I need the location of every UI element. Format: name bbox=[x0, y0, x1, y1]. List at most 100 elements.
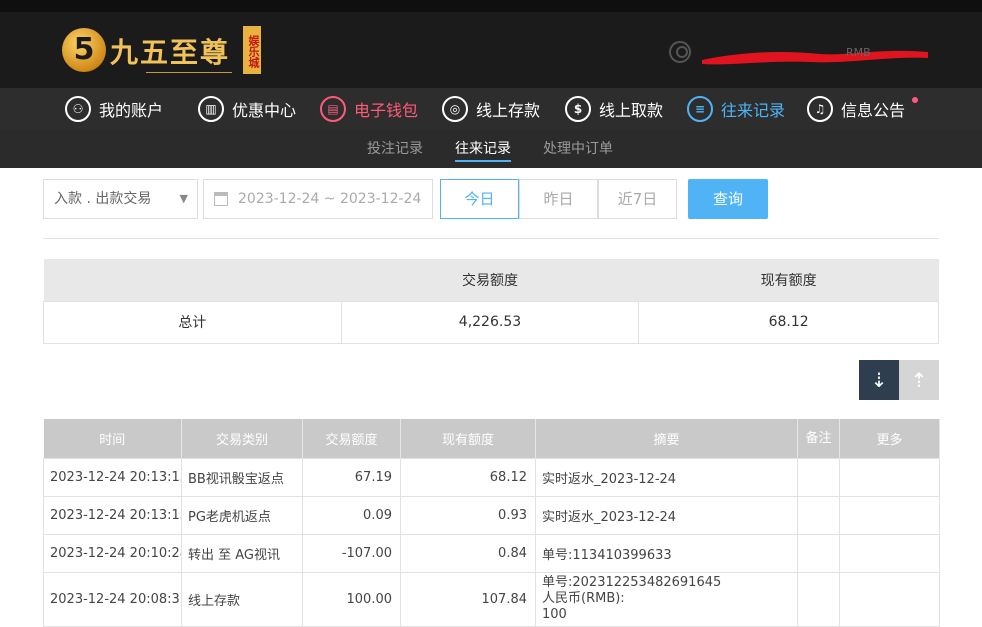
tab-transaction-records[interactable]: 往来记录 bbox=[455, 130, 511, 168]
cell-type: 转出 至 AG视讯 bbox=[181, 533, 303, 573]
nav-label: 往来记录 bbox=[721, 101, 786, 120]
logo-badge: 5 bbox=[62, 28, 106, 72]
last-7-days-button[interactable]: 近7日 bbox=[598, 179, 677, 219]
tab-pending-orders[interactable]: 处理中订单 bbox=[543, 130, 613, 168]
cell-balance: 107.84 bbox=[400, 571, 536, 627]
cell-remark bbox=[797, 571, 840, 627]
site-header: 5 九五至尊 娱乐城 RMB bbox=[0, 12, 982, 88]
table-row[interactable]: 2023-12-24 20:13:13 PG老虎机返点 0.09 0.93 实时… bbox=[43, 495, 940, 535]
divider bbox=[43, 238, 939, 239]
top-strip bbox=[0, 0, 982, 12]
gift-icon: ▥ bbox=[198, 96, 224, 122]
cell-type: PG老虎机返点 bbox=[181, 495, 303, 535]
calendar-icon bbox=[214, 192, 228, 206]
yesterday-button[interactable]: 昨日 bbox=[519, 179, 598, 219]
sort-descending-icon[interactable]: ⇣ bbox=[859, 360, 899, 400]
redacted-username bbox=[702, 50, 928, 65]
cell-more[interactable] bbox=[839, 495, 940, 535]
summary-line: 人民币(RMB): bbox=[542, 591, 625, 606]
notification-dot bbox=[912, 97, 918, 103]
deposit-icon: ◎ bbox=[442, 96, 468, 122]
logo-flourish bbox=[146, 72, 232, 78]
cell-summary: 实时返水_2023-12-24 bbox=[535, 457, 798, 497]
col-remark: 备注 bbox=[797, 419, 840, 458]
cell-amount: 0.09 bbox=[302, 495, 401, 535]
nav-records[interactable]: ≡ 往来记录 bbox=[687, 94, 785, 124]
site-logo[interactable]: 5 九五至尊 娱乐城 bbox=[62, 24, 272, 80]
cell-amount: 100.00 bbox=[302, 571, 401, 627]
cell-amount: -107.00 bbox=[302, 533, 401, 573]
cell-summary: 实时返水_2023-12-24 bbox=[535, 495, 798, 535]
cell-time: 2023-12-24 20:13:13 bbox=[43, 457, 182, 497]
col-type: 交易类别 bbox=[181, 419, 303, 458]
main-nav: ⚇ 我的账户 ▥ 优惠中心 ▤ 电子钱包 ◎ 线上存款 $ 线上取款 ≡ 往来记… bbox=[0, 88, 982, 130]
cell-type: 线上存款 bbox=[181, 571, 303, 627]
wallet-icon: ▤ bbox=[320, 96, 346, 122]
table-row[interactable]: 2023-12-24 20:08:37 线上存款 100.00 107.84 单… bbox=[43, 571, 940, 627]
summary-header-amount: 交易额度 bbox=[341, 259, 639, 301]
sort-ascending-icon[interactable]: ⇡ bbox=[899, 360, 939, 400]
nav-label: 线上存款 bbox=[476, 101, 541, 120]
cell-summary: 单号:202312253482691645 人民币(RMB): 100 bbox=[535, 571, 798, 627]
nav-label: 电子钱包 bbox=[354, 101, 419, 120]
records-table: 时间 交易类别 交易额度 现有额度 摘要 备注 更多 2023-12-24 20… bbox=[43, 419, 940, 627]
cell-balance: 0.84 bbox=[400, 533, 536, 573]
cell-balance: 68.12 bbox=[400, 457, 536, 497]
cell-remark bbox=[797, 495, 840, 535]
summary-row: 总计 4,226.53 68.12 bbox=[43, 300, 939, 344]
cell-more[interactable] bbox=[839, 533, 940, 573]
cell-more[interactable] bbox=[839, 457, 940, 497]
summary-header-empty bbox=[43, 259, 342, 301]
nav-withdraw[interactable]: $ 线上取款 bbox=[565, 94, 663, 124]
summary-line: 单号:202312253482691645 bbox=[542, 575, 722, 590]
summary-header-balance: 现有额度 bbox=[638, 259, 939, 301]
table-row[interactable]: 2023-12-24 20:13:13 BB视讯骰宝返点 67.19 68.12… bbox=[43, 457, 940, 497]
query-button[interactable]: 查询 bbox=[688, 179, 768, 219]
withdraw-icon: $ bbox=[565, 96, 591, 122]
logo-tag: 娱乐城 bbox=[243, 26, 261, 74]
table-row[interactable]: 2023-12-24 20:10:28 转出 至 AG视讯 -107.00 0.… bbox=[43, 533, 940, 573]
balance-suffix: RMB bbox=[846, 46, 871, 59]
col-more: 更多 bbox=[839, 419, 940, 458]
nav-announcements[interactable]: ♫ 信息公告 bbox=[807, 94, 905, 124]
col-time: 时间 bbox=[43, 419, 182, 458]
user-icon: ⚇ bbox=[65, 96, 91, 122]
cell-time: 2023-12-24 20:08:37 bbox=[43, 571, 182, 627]
cell-time: 2023-12-24 20:13:13 bbox=[43, 495, 182, 535]
cell-amount: 67.19 bbox=[302, 457, 401, 497]
col-summary: 摘要 bbox=[535, 419, 798, 458]
cell-type: BB视讯骰宝返点 bbox=[181, 457, 303, 497]
date-range-field[interactable]: 2023-12-24 ~ 2023-12-24 bbox=[203, 179, 433, 219]
cell-remark bbox=[797, 533, 840, 573]
bell-icon: ♫ bbox=[807, 96, 833, 122]
cell-summary: 单号:113410399633 bbox=[535, 533, 798, 573]
cell-more[interactable] bbox=[839, 571, 940, 627]
tab-bet-records[interactable]: 投注记录 bbox=[367, 130, 423, 168]
nav-label: 线上取款 bbox=[599, 101, 664, 120]
summary-amount: 4,226.53 bbox=[340, 300, 640, 344]
nav-deposit[interactable]: ◎ 线上存款 bbox=[442, 94, 540, 124]
logo-text: 九五至尊 bbox=[110, 36, 231, 69]
nav-wallet[interactable]: ▤ 电子钱包 bbox=[320, 94, 418, 124]
nav-my-account[interactable]: ⚇ 我的账户 bbox=[65, 94, 163, 124]
nav-label: 信息公告 bbox=[841, 101, 906, 120]
col-amount: 交易额度 bbox=[302, 419, 401, 458]
transaction-type-select[interactable]: 入款 . 出款交易 ▼ bbox=[43, 179, 198, 219]
cell-remark bbox=[797, 457, 840, 497]
cell-time: 2023-12-24 20:10:28 bbox=[43, 533, 182, 573]
nav-label: 我的账户 bbox=[99, 101, 164, 120]
summary-balance: 68.12 bbox=[638, 300, 939, 344]
select-value: 入款 . 出款交易 bbox=[54, 191, 152, 207]
caret-down-icon: ▼ bbox=[179, 192, 188, 205]
avatar-icon[interactable] bbox=[669, 41, 691, 63]
today-button[interactable]: 今日 bbox=[440, 179, 519, 219]
summary-table: 交易额度 现有额度 总计 4,226.53 68.12 bbox=[43, 259, 939, 344]
summary-line: 100 bbox=[542, 607, 567, 622]
date-range-value: 2023-12-24 ~ 2023-12-24 bbox=[238, 191, 422, 207]
records-icon: ≡ bbox=[687, 96, 713, 122]
nav-label: 优惠中心 bbox=[232, 101, 297, 120]
nav-promotions[interactable]: ▥ 优惠中心 bbox=[198, 94, 296, 124]
sub-nav: 投注记录 往来记录 处理中订单 bbox=[0, 130, 982, 168]
cell-balance: 0.93 bbox=[400, 495, 536, 535]
summary-label: 总计 bbox=[43, 300, 342, 344]
